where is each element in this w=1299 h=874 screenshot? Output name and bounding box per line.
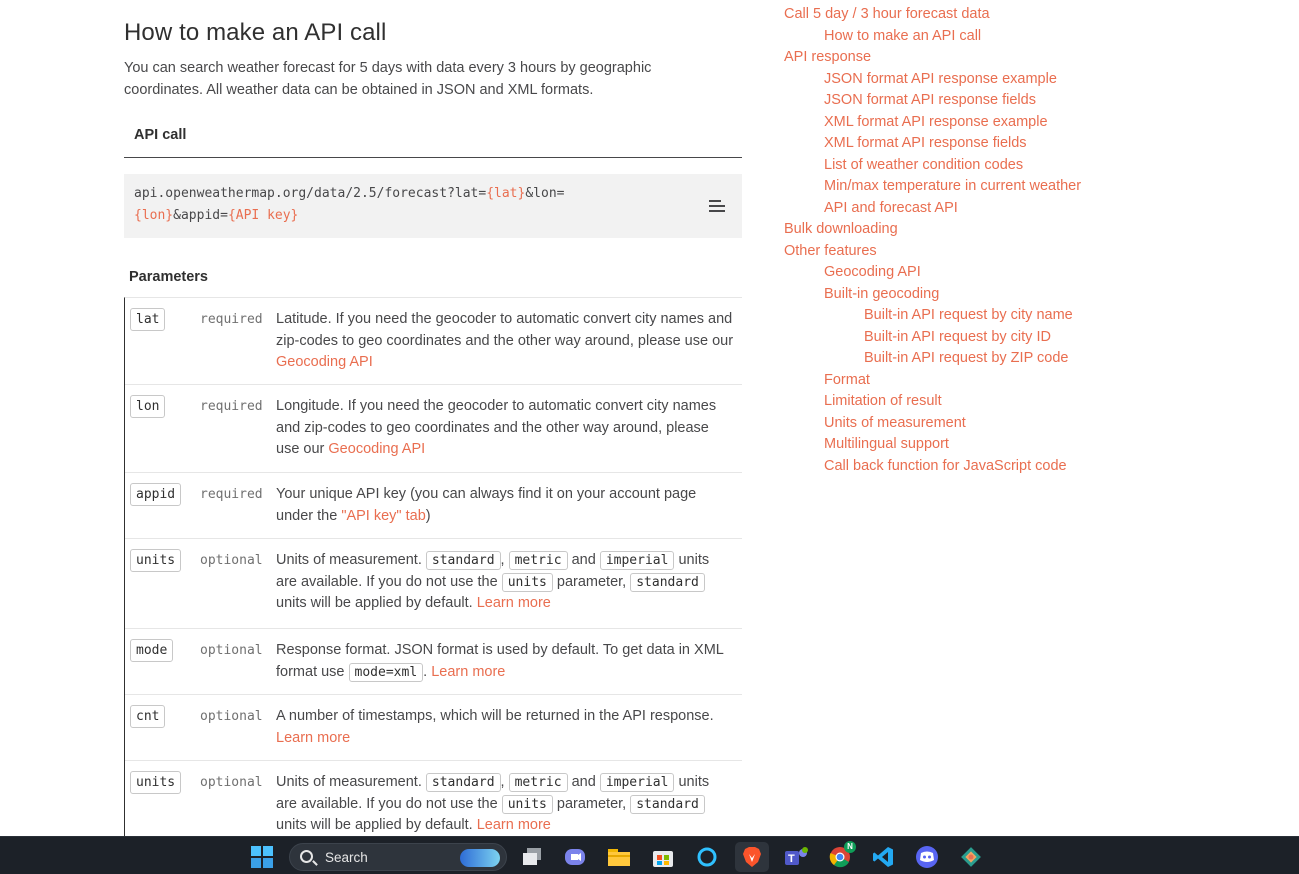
task-view-icon[interactable] — [519, 844, 545, 870]
param-requirement: required — [200, 487, 263, 502]
table-of-contents: Call 5 day / 3 hour forecast data How to… — [784, 4, 1204, 477]
api-call-code-block[interactable]: api.openweathermap.org/data/2.5/forecast… — [124, 174, 742, 238]
param-row-mode: mode optional Response format. JSON form… — [125, 629, 742, 695]
geocoding-api-link[interactable]: Geocoding API — [328, 441, 425, 457]
param-name: lon — [130, 395, 166, 418]
intro-text: You can search weather forecast for 5 da… — [124, 60, 652, 98]
taskbar-search-box[interactable]: Search — [289, 843, 507, 871]
toc-other-features[interactable]: Other features — [784, 243, 877, 259]
param-description: Your unique API key (you can always find… — [276, 486, 697, 524]
toc-condition-codes[interactable]: List of weather condition codes — [824, 157, 1023, 173]
microsoft-store-icon[interactable] — [650, 844, 676, 870]
param-row-cnt: cnt optional A number of timestamps, whi… — [125, 695, 742, 761]
divider — [124, 157, 742, 158]
param-description: Latitude. If you need the geocoder to au… — [276, 311, 734, 370]
param-requirement: optional — [200, 553, 263, 568]
parameters-table: lat required Latitude. If you need the g… — [124, 297, 742, 851]
param-requirement: required — [200, 399, 263, 414]
learn-more-link[interactable]: Learn more — [477, 595, 551, 611]
param-row-units: units optional Units of measurement. sta… — [125, 539, 742, 629]
toc-callback-function[interactable]: Call back function for JavaScript code — [824, 458, 1067, 474]
param-name: units — [130, 549, 182, 572]
chat-icon[interactable] — [562, 844, 588, 870]
param-row-lat: lat required Latitude. If you need the g… — [125, 298, 742, 385]
param-description: Response format. JSON format is used by … — [276, 642, 724, 682]
parameters-heading: Parameters — [129, 269, 208, 285]
learn-more-link[interactable]: Learn more — [431, 664, 505, 680]
cortana-icon[interactable] — [694, 844, 720, 870]
snipping-tool-icon[interactable] — [958, 844, 984, 870]
toc-min-max-temperature[interactable]: Min/max temperature in current weather — [824, 178, 1081, 194]
toc-bulk-downloading[interactable]: Bulk downloading — [784, 221, 898, 237]
param-requirement: optional — [200, 643, 263, 658]
learn-more-link[interactable]: Learn more — [477, 817, 551, 833]
toc-call-5-day-forecast[interactable]: Call 5 day / 3 hour forecast data — [784, 6, 990, 22]
toc-xml-fields[interactable]: XML format API response fields — [824, 135, 1027, 151]
geocoding-api-link[interactable]: Geocoding API — [276, 354, 373, 370]
toc-how-to-make-api-call[interactable]: How to make an API call — [824, 28, 981, 44]
api-call-code[interactable]: api.openweathermap.org/data/2.5/forecast… — [134, 183, 732, 227]
param-name: mode — [130, 639, 174, 662]
search-label: Search — [325, 850, 368, 865]
toc-request-by-city-name[interactable]: Built-in API request by city name — [864, 307, 1073, 323]
toc-geocoding-api[interactable]: Geocoding API — [824, 264, 921, 280]
search-highlight-icon — [460, 849, 500, 867]
toc-built-in-geocoding[interactable]: Built-in geocoding — [824, 286, 939, 302]
api-call-heading: API call — [134, 127, 187, 143]
param-requirement: optional — [200, 709, 263, 724]
param-description: Units of measurement. standard, metric a… — [276, 551, 710, 611]
toc-request-by-zip[interactable]: Built-in API request by ZIP code — [864, 350, 1068, 366]
toc-json-example[interactable]: JSON format API response example — [824, 71, 1057, 87]
param-name: lat — [130, 308, 166, 331]
chrome-icon[interactable]: N — [827, 841, 856, 870]
chrome-profile-badge: N — [844, 841, 856, 853]
param-name: appid — [130, 483, 182, 506]
param-name: cnt — [130, 705, 166, 728]
file-explorer-icon[interactable] — [606, 844, 632, 870]
discord-icon[interactable] — [914, 844, 940, 870]
svg-text:T: T — [788, 853, 795, 865]
windows-start-icon[interactable] — [249, 844, 275, 870]
toc-api-response[interactable]: API response — [784, 49, 871, 65]
param-requirement: required — [200, 312, 263, 327]
param-row-lon: lon required Longitude. If you need the … — [125, 385, 742, 473]
param-name: units — [130, 771, 182, 794]
param-description: A number of timestamps, which will be re… — [276, 708, 714, 746]
toc-api-and-forecast-api[interactable]: API and forecast API — [824, 200, 958, 216]
toc-units-of-measurement[interactable]: Units of measurement — [824, 415, 966, 431]
param-row-appid: appid required Your unique API key (you … — [125, 473, 742, 539]
page-title: How to make an API call — [124, 19, 387, 46]
param-requirement: optional — [200, 775, 263, 790]
teams-icon[interactable]: T — [783, 844, 809, 870]
param-description: Longitude. If you need the geocoder to a… — [276, 398, 717, 457]
toc-multilingual-support[interactable]: Multilingual support — [824, 436, 949, 452]
vscode-icon[interactable] — [870, 844, 896, 870]
brave-browser-icon[interactable] — [735, 842, 769, 872]
taskbar: Search T N — [0, 836, 1299, 874]
search-icon — [300, 850, 313, 863]
toc-limitation-of-result[interactable]: Limitation of result — [824, 393, 942, 409]
toc-json-fields[interactable]: JSON format API response fields — [824, 92, 1036, 108]
toc-format[interactable]: Format — [824, 372, 870, 388]
learn-more-link[interactable]: Learn more — [276, 730, 350, 746]
toc-request-by-city-id[interactable]: Built-in API request by city ID — [864, 329, 1051, 345]
api-key-tab-link[interactable]: "API key" tab — [341, 508, 425, 524]
code-menu-icon[interactable] — [709, 200, 725, 214]
toc-xml-example[interactable]: XML format API response example — [824, 114, 1048, 130]
